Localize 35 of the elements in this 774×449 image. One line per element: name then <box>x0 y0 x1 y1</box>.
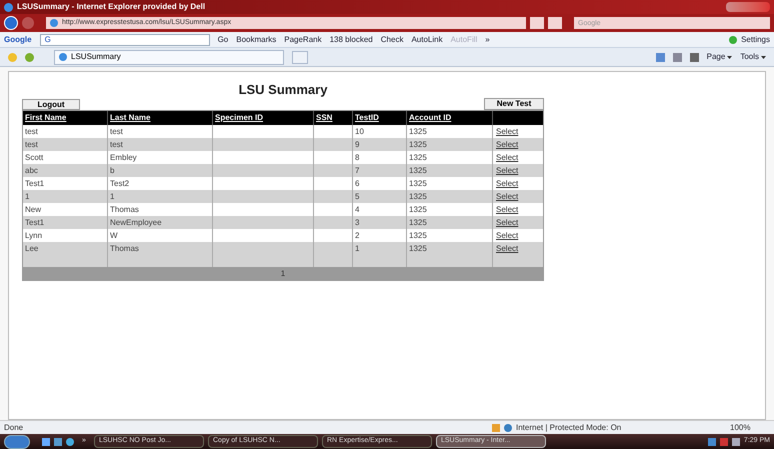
window-title: LSUSummary - Internet Explorer provided by Dell <box>17 1 206 13</box>
toolbar-button[interactable]: Bookmarks <box>236 34 276 46</box>
new-test-button[interactable]: New Test <box>484 98 544 110</box>
toolbar-button[interactable]: Go <box>218 34 228 46</box>
select-link[interactable]: Select <box>496 140 518 149</box>
toolbar-button[interactable]: 138 blocked <box>330 34 373 46</box>
page-number[interactable]: 1 <box>280 267 286 280</box>
google-logo: Google <box>4 34 32 46</box>
start-button[interactable] <box>4 434 30 448</box>
caret-icon <box>727 56 732 58</box>
select-link[interactable]: Select <box>496 231 518 240</box>
zoom-level[interactable]: 100% <box>730 422 770 434</box>
command-button[interactable]: Tools <box>740 51 766 63</box>
google-search-field[interactable]: G <box>40 34 210 46</box>
select-link[interactable]: Select <box>496 218 518 227</box>
select-link[interactable]: Select <box>496 153 518 162</box>
select-link[interactable]: Select <box>496 205 518 214</box>
logout-button[interactable]: Logout <box>22 99 80 110</box>
select-link[interactable]: Select <box>496 166 518 175</box>
command-button[interactable]: Page <box>706 51 732 63</box>
new-tab-button[interactable] <box>292 50 308 64</box>
status-text: Done <box>4 422 24 434</box>
page-title: LSU Summary <box>238 82 328 98</box>
toolbar-button[interactable]: AutoLink <box>411 34 443 46</box>
zone-text: Internet | Protected Mode: On <box>516 422 622 434</box>
select-link[interactable]: Select <box>496 244 518 253</box>
toolbar-button[interactable]: PageRank <box>284 34 322 46</box>
select-link[interactable]: Select <box>496 179 518 188</box>
caret-icon <box>761 56 766 58</box>
browser-tab[interactable]: LSUSummary <box>54 50 284 64</box>
toolbar-button[interactable]: Check <box>380 34 404 46</box>
settings-button[interactable]: Settings <box>741 34 770 46</box>
more-button[interactable]: » <box>485 34 490 46</box>
select-link[interactable]: Select <box>496 127 518 136</box>
select-link[interactable]: Select <box>496 192 518 201</box>
